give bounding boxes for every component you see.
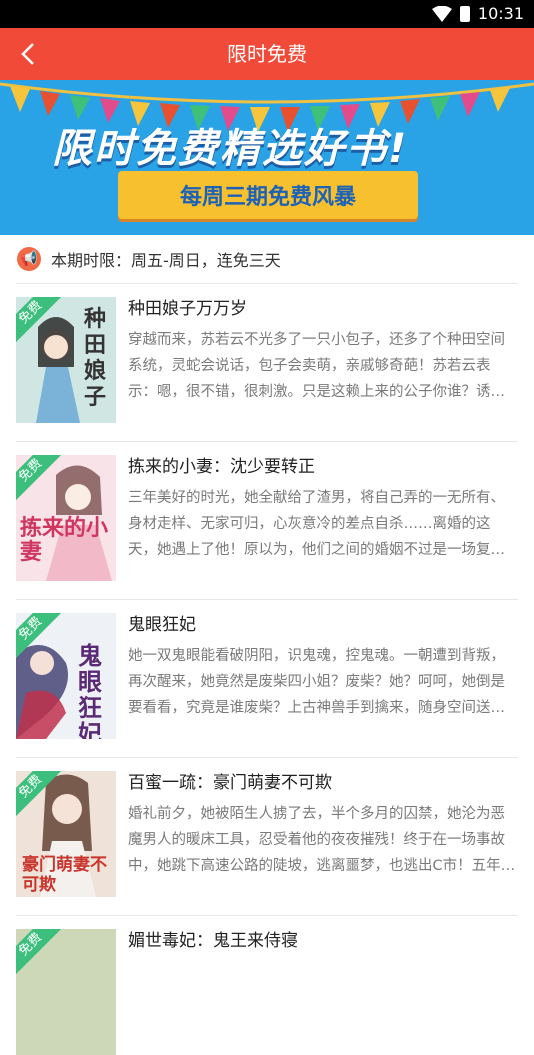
book-description: 三年美好的时光，她全献给了渣男，将自己弄的一无所有、身材走样、无家可归，心灰意冷… (128, 490, 505, 558)
book-item[interactable]: 鬼眼狂妃 免费 鬼眼狂妃 她一双鬼眼能看破阴阳，识鬼魂，控鬼魂。一朝遭到背叛，再… (16, 599, 518, 757)
status-bar: 10:31 (0, 0, 534, 28)
book-list: 种田娘子 免费 种田娘子万万岁 穿越而来，苏若云不光多了一只小包子，还多了个种田… (0, 283, 534, 1055)
book-title: 媚世毒妃：鬼王来侍寝 (128, 931, 298, 951)
book-cover: 免费 (16, 929, 116, 1055)
cover-title: 鬼眼狂妃 (78, 642, 102, 739)
book-cover: 种田娘子 免费 (16, 297, 116, 423)
title-bar: 限时免费 (0, 28, 534, 80)
free-badge: 免费 (16, 929, 63, 977)
notice-bar: 📢 本期时限：周五-周日，连免三天 (0, 235, 534, 283)
book-cover: 鬼眼狂妃 免费 (16, 613, 116, 739)
book-description: 婚礼前夕，她被陌生人掳了去，半个多月的囚禁，她沦为恶魔男人的暖床工具，忍受着他的… (128, 806, 516, 874)
book-item[interactable]: 拣来的小妻 免费 拣来的小妻：沈少要转正 三年美好的时光，她全献给了渣男，将自己… (16, 441, 518, 599)
book-item[interactable]: 种田娘子 免费 种田娘子万万岁 穿越而来，苏若云不光多了一只小包子，还多了个种田… (16, 283, 518, 441)
page-title: 限时免费 (227, 42, 307, 66)
banner-subline: 每周三期免费风暴 (118, 171, 418, 219)
book-item[interactable]: 豪门萌妻不可欺 免费 百蜜一疏：豪门萌妻不可欺 婚礼前夕，她被陌生人掳了去，半个… (16, 757, 518, 915)
book-title: 拣来的小妻：沈少要转正 (128, 457, 315, 477)
battery-icon (459, 5, 470, 22)
megaphone-icon: 📢 (17, 247, 41, 271)
book-item[interactable]: 免费 媚世毒妃：鬼王来侍寝 (16, 915, 518, 1055)
book-description: 穿越而来，苏若云不光多了一只小包子，还多了个种田空间系统，灵蛇会说话，包子会卖萌… (128, 332, 505, 400)
notice-text: 本期时限：周五-周日，连免三天 (51, 251, 281, 270)
banner-headline: 限时免费精选好书! (52, 126, 409, 172)
wifi-icon (431, 5, 452, 22)
book-title: 种田娘子万万岁 (128, 299, 247, 319)
cover-title: 豪门萌妻不可欺 (22, 855, 107, 895)
book-cover: 豪门萌妻不可欺 免费 (16, 771, 116, 897)
book-description: 她一双鬼眼能看破阴阳，识鬼魂，控鬼魂。一朝遭到背叛，再次醒来，她竟然是废柴四小姐… (128, 648, 505, 716)
book-title: 百蜜一疏：豪门萌妻不可欺 (128, 773, 332, 793)
cover-title: 种田娘子 (84, 307, 107, 410)
book-cover: 拣来的小妻 免费 (16, 455, 116, 581)
book-title: 鬼眼狂妃 (128, 615, 196, 635)
cover-title: 拣来的小妻 (20, 516, 109, 565)
status-time: 10:31 (477, 4, 524, 23)
promo-banner[interactable]: 限时免费精选好书! 每周三期免费风暴 (0, 80, 534, 235)
